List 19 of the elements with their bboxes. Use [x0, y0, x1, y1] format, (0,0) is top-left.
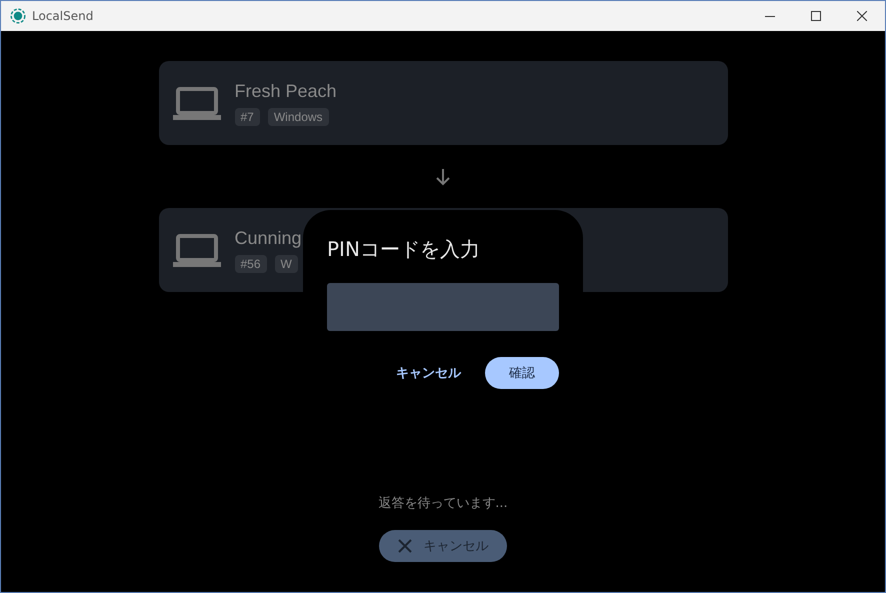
device-name: Fresh Peach [234, 80, 337, 102]
maximize-icon [811, 11, 821, 21]
laptop-icon [172, 233, 220, 267]
window-title: LocalSend [32, 9, 94, 23]
laptop-icon [172, 86, 220, 120]
down-arrow-icon [435, 168, 451, 186]
dialog-title: PINコードを入力 [327, 236, 481, 263]
device-tag: Windows [268, 108, 329, 126]
device-name: Cunning [234, 228, 302, 248]
pin-input-field[interactable] [327, 283, 559, 331]
close-icon [398, 539, 412, 553]
confirm-button[interactable]: 確認 [485, 357, 559, 389]
status-text: 返答を待っています... [378, 495, 508, 512]
cancel-button[interactable]: キャンセル [386, 357, 471, 389]
close-icon [857, 11, 867, 21]
device-tag: #7 [234, 108, 260, 126]
app-logo-icon [10, 8, 26, 24]
device-tag: #56 [234, 254, 267, 272]
device-tag: W [274, 254, 298, 272]
